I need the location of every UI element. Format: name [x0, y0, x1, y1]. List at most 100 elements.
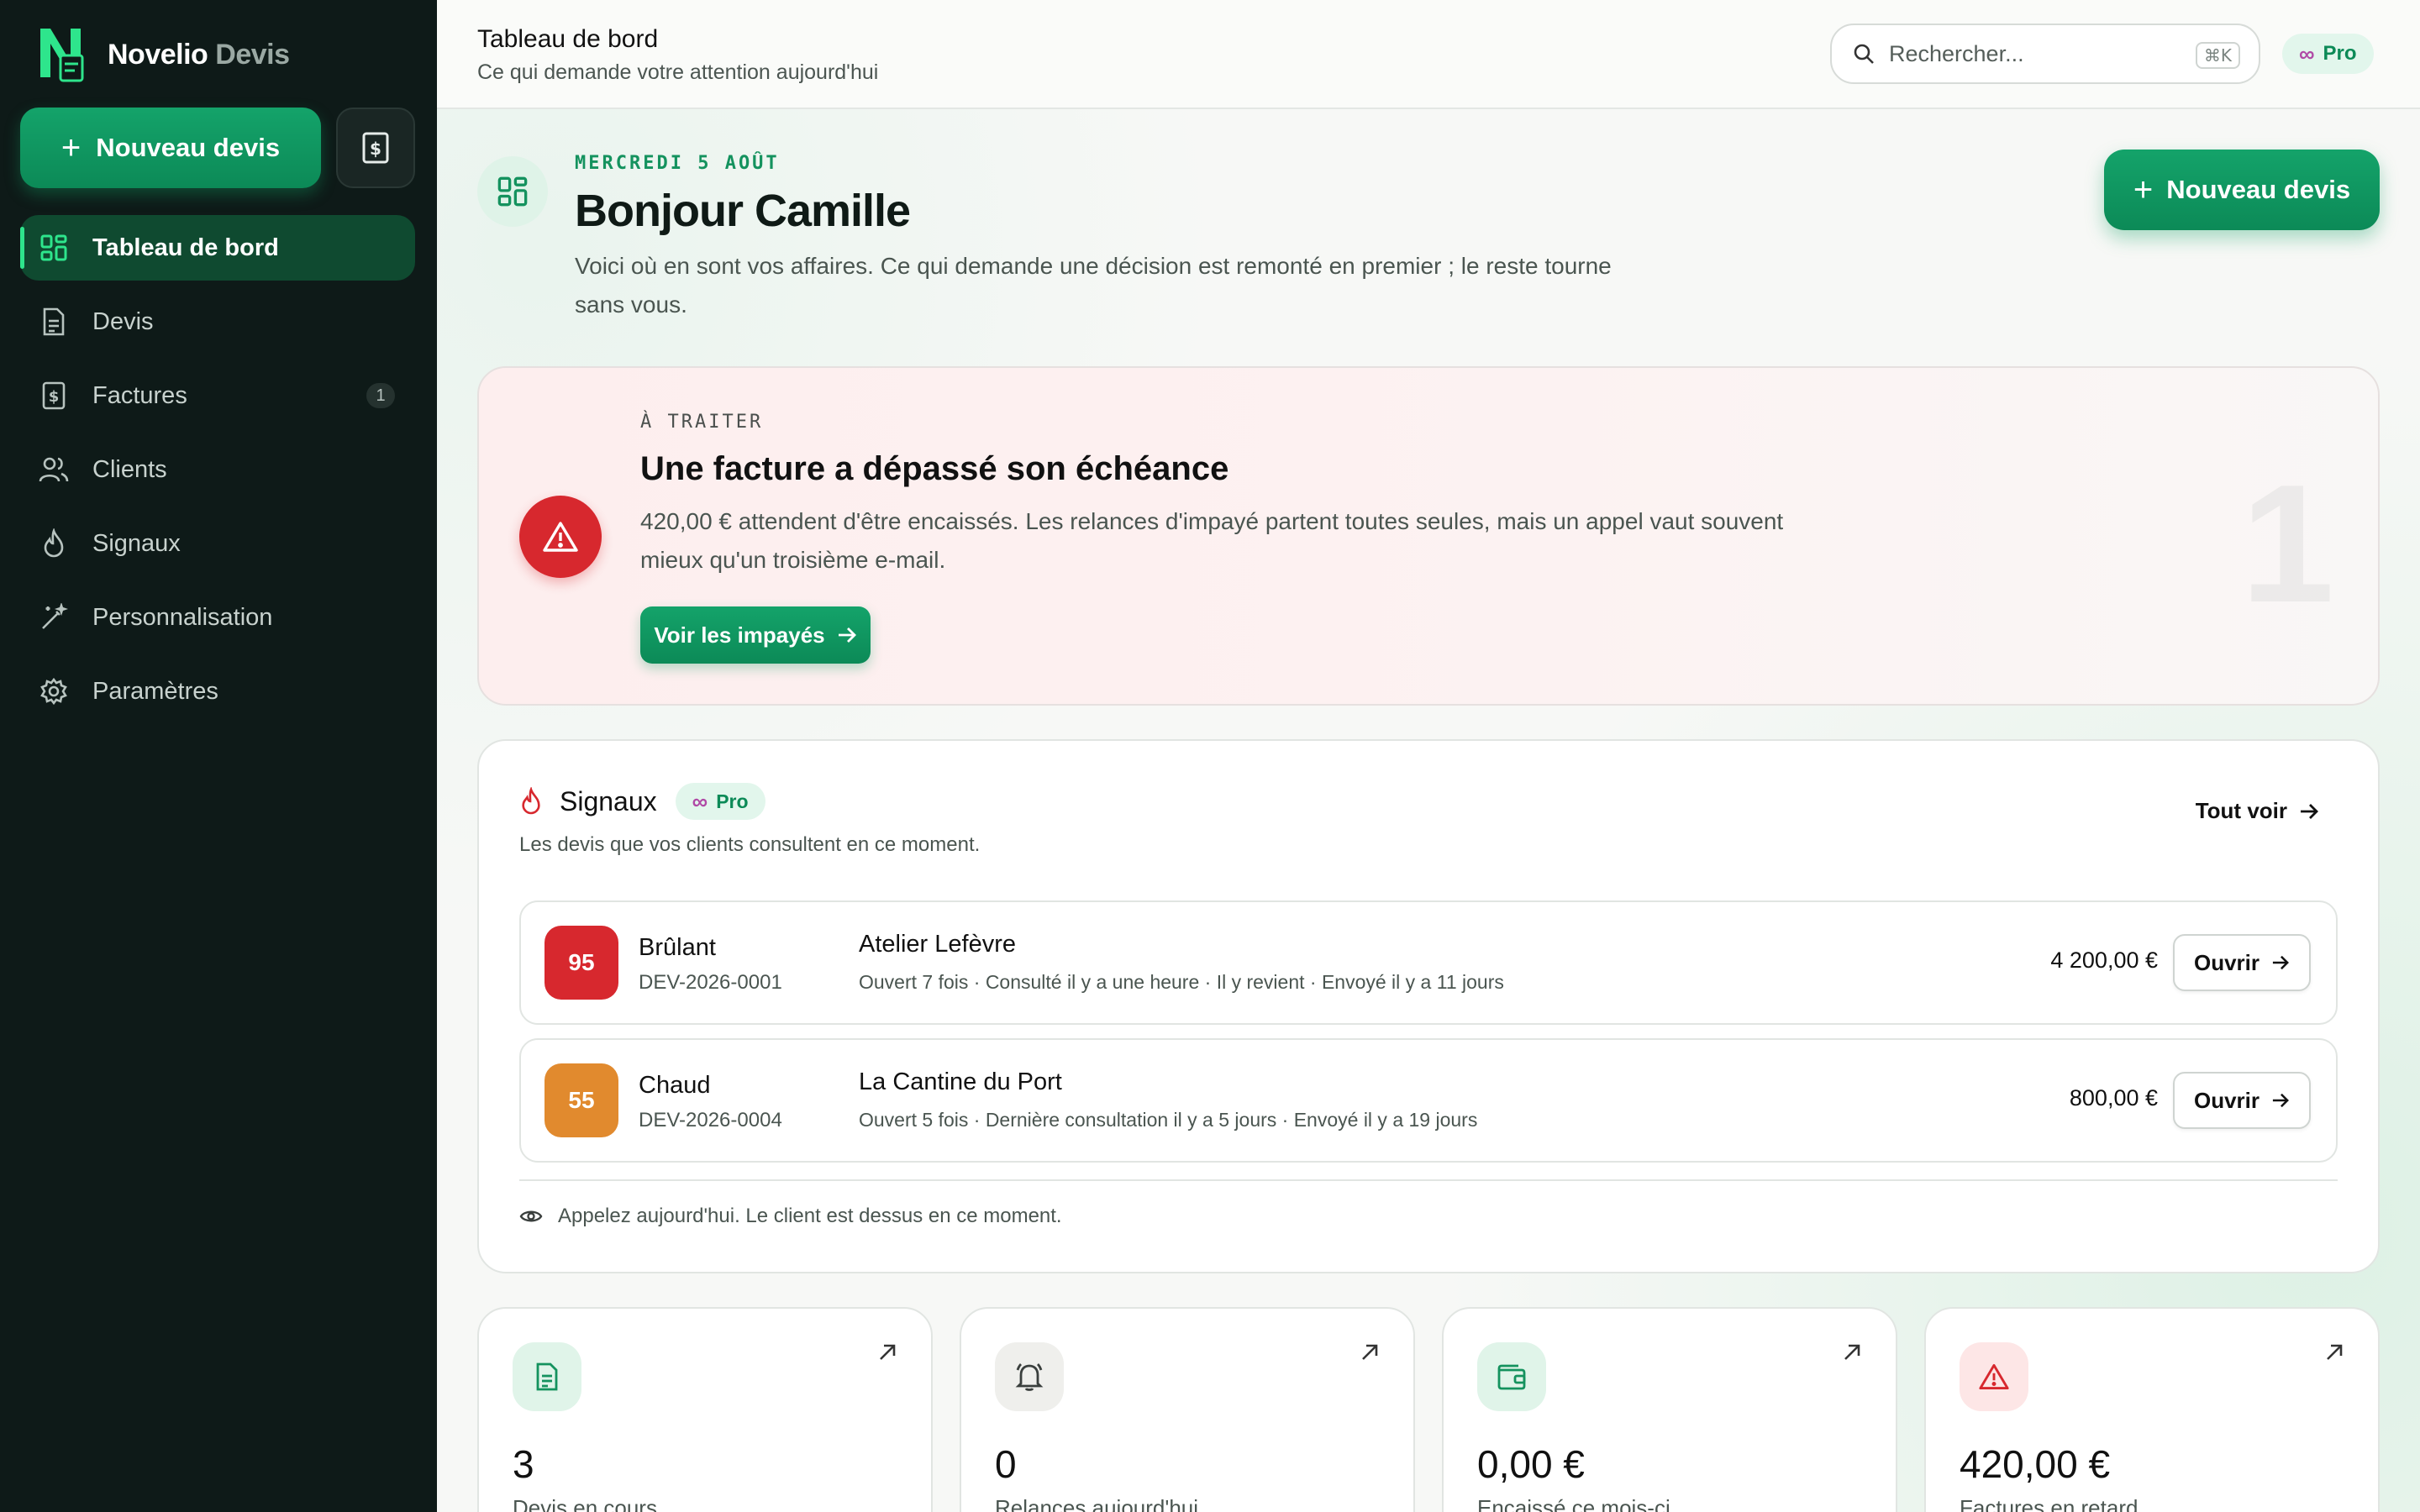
overdue-alert-card: À TRAITER Une facture a dépassé son éché…: [477, 366, 2380, 706]
sidebar-item-label: Devis: [92, 307, 154, 335]
arrow-up-right-icon: [880, 1344, 896, 1360]
invoices-count-badge: 1: [366, 383, 395, 408]
flame-icon: [522, 787, 540, 815]
stat-value: 0: [995, 1442, 1017, 1486]
arrow-up-right-icon: [1362, 1344, 1378, 1360]
sidebar-item-label: Signaux: [92, 529, 181, 557]
sidebar-item-quotes[interactable]: Devis: [20, 289, 415, 354]
new-quote-button[interactable]: + Nouveau devis: [2104, 150, 2380, 230]
eye-icon: [519, 1210, 543, 1222]
stat-value: 3: [513, 1442, 534, 1486]
quick-invoice-button[interactable]: $: [336, 108, 415, 188]
open-quote-button[interactable]: Ouvrir: [2173, 1072, 2311, 1129]
arrow-right-icon: [2301, 803, 2318, 819]
sidebar-item-label: Tableau de bord: [92, 234, 279, 261]
brand-product: Devis: [215, 38, 290, 71]
stat-card-quotes[interactable]: 3 Devis en cours: [477, 1307, 933, 1512]
search-icon: [1854, 44, 1874, 64]
new-quote-label: Nouveau devis: [2166, 175, 2351, 204]
sidebar-item-customization[interactable]: Personnalisation: [20, 585, 415, 650]
sidebar-item-dashboard[interactable]: Tableau de bord: [20, 215, 415, 281]
see-all-link[interactable]: Tout voir: [2196, 798, 2319, 824]
infinity-icon: ∞: [2299, 40, 2315, 66]
pro-badge: ∞ Pro: [675, 783, 765, 820]
infinity-icon: ∞: [692, 788, 708, 814]
document-icon: [513, 1342, 581, 1411]
signals-subtitle: Les devis que vos clients consultent en …: [519, 833, 981, 856]
signal-row[interactable]: 55 Chaud DEV-2026-0004 La Cantine du Por…: [519, 1038, 2338, 1163]
arrow-up-right-icon: [1844, 1344, 1860, 1360]
stat-label: Devis en cours: [513, 1495, 657, 1512]
client-name: Atelier Lefèvre: [859, 931, 1016, 958]
brand[interactable]: Novelio Devis: [37, 24, 290, 86]
activity-meta: Ouvert 5 fois · Dernière consultation il…: [859, 1109, 1478, 1131]
quote-reference: DEV-2026-0004: [639, 1109, 782, 1131]
arrow-up-right-icon: [2327, 1344, 2343, 1360]
plan-badge[interactable]: ∞ Pro: [2282, 34, 2374, 74]
document-icon: [39, 307, 69, 337]
new-quote-label: Nouveau devis: [96, 133, 281, 162]
open-quote-button[interactable]: Ouvrir: [2173, 934, 2311, 991]
sidebar-item-label: Paramètres: [92, 677, 218, 705]
quote-reference: DEV-2026-0001: [639, 971, 782, 994]
view-unpaid-button[interactable]: Voir les impayés: [640, 606, 871, 664]
search-shortcut: ⌘K: [2195, 42, 2240, 69]
client-name: La Cantine du Port: [859, 1068, 1062, 1095]
quote-amount: 800,00 €: [2069, 1085, 2158, 1110]
quote-amount: 4 200,00 €: [2050, 948, 2158, 973]
signals-card: Signaux ∞ Pro Les devis que vos clients …: [477, 739, 2380, 1273]
signals-footer: Appelez aujourd'hui. Le client est dessu…: [519, 1205, 1062, 1228]
stat-card-overdue[interactable]: 420,00 € Factures en retard: [1924, 1307, 2380, 1512]
alert-kicker: À TRAITER: [640, 412, 764, 433]
stat-card-reminders[interactable]: 0 Relances aujourd'hui: [960, 1307, 1415, 1512]
gear-icon: [39, 676, 69, 706]
plus-icon: +: [2133, 171, 2154, 208]
dashboard-icon: [39, 233, 69, 263]
page-subtitle: Ce qui demande votre attention aujourd'h…: [477, 60, 879, 84]
new-quote-button[interactable]: + Nouveau devis: [20, 108, 321, 188]
sidebar-item-label: Factures: [92, 381, 187, 409]
current-date: MERCREDI 5 AOÛT: [575, 153, 780, 174]
plus-icon: +: [60, 129, 82, 166]
intro-text: Voici où en sont vos affaires. Ce qui de…: [575, 253, 1612, 318]
invoice-icon: $: [39, 381, 69, 411]
sidebar-item-settings[interactable]: Paramètres: [20, 659, 415, 724]
sidebar-item-clients[interactable]: Clients: [20, 437, 415, 502]
see-all-label: Tout voir: [2195, 798, 2287, 823]
dashboard-icon: [477, 156, 548, 227]
engagement-score: 95: [544, 926, 618, 1000]
arrow-right-icon: [2272, 1093, 2289, 1108]
alert-title: Une facture a dépassé son échéance: [640, 450, 1229, 487]
wallet-icon: [1477, 1342, 1546, 1411]
arrow-right-icon: [838, 627, 856, 643]
sidebar: Novelio Devis + Nouveau devis $ Tableau …: [0, 0, 437, 1512]
signals-title: Signaux: [560, 785, 657, 816]
page-title: Tableau de bord: [477, 25, 659, 53]
open-label: Ouvrir: [2193, 949, 2260, 975]
search-input[interactable]: Rechercher... ⌘K: [1830, 24, 2260, 84]
stat-value: 420,00 €: [1960, 1442, 2111, 1486]
users-icon: [39, 454, 69, 485]
sidebar-nav: Tableau de bord Devis $ Factures 1 Clien…: [20, 215, 415, 732]
bell-icon: [995, 1342, 1064, 1411]
warning-icon: [1960, 1342, 2028, 1411]
open-label: Ouvrir: [2193, 1087, 2260, 1113]
sidebar-item-label: Clients: [92, 455, 167, 483]
signals-footer-text: Appelez aujourd'hui. Le client est dessu…: [558, 1205, 1062, 1227]
invoice-icon: $: [362, 132, 389, 164]
search-placeholder: Rechercher...: [1889, 40, 2024, 66]
sidebar-item-invoices[interactable]: $ Factures 1: [20, 363, 415, 428]
view-unpaid-label: Voir les impayés: [654, 622, 825, 648]
stat-label: Factures en retard: [1960, 1495, 2139, 1512]
signal-row[interactable]: 95 Brûlant DEV-2026-0001 Atelier Lefèvre…: [519, 900, 2338, 1025]
main-content: MERCREDI 5 AOÛT Bonjour Camille Voici où…: [437, 109, 2420, 1512]
sidebar-item-label: Personnalisation: [92, 603, 273, 631]
sidebar-item-signals[interactable]: Signaux: [20, 511, 415, 576]
magic-wand-icon: [39, 602, 69, 633]
stat-card-collected[interactable]: 0,00 € Encaissé ce mois-ci: [1442, 1307, 1897, 1512]
pro-badge-label: Pro: [716, 790, 749, 812]
topbar: Tableau de bord Ce qui demande votre att…: [437, 0, 2420, 109]
engagement-score: 55: [544, 1063, 618, 1137]
novelio-logo-icon: [40, 29, 84, 82]
svg-text:$: $: [49, 388, 60, 406]
